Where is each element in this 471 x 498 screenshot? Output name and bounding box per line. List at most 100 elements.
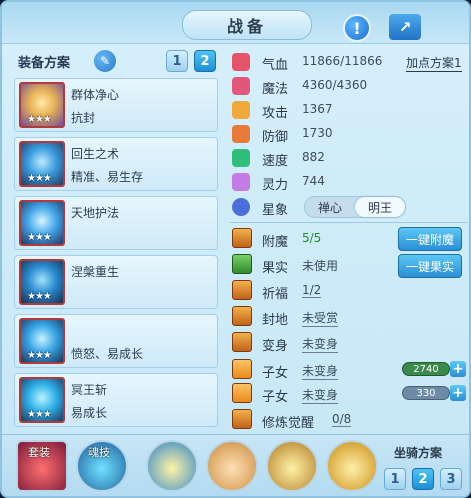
- feature-label: 子女: [262, 390, 289, 405]
- star-rating: ★★★: [27, 291, 52, 302]
- skill-desc: 抗封: [71, 111, 96, 125]
- skill-desc: 易成长: [71, 406, 108, 420]
- constellation-label: 星象: [262, 203, 289, 218]
- heart-icon: [232, 53, 250, 71]
- star-rating: ★★★: [27, 114, 52, 125]
- feature-value: 5/5: [302, 231, 322, 245]
- skill-card[interactable]: ★★★ 回生之术 精准、易生存: [14, 137, 218, 191]
- star-rating: ★★★: [27, 350, 52, 361]
- mount-plan-1-button[interactable]: 1: [384, 468, 406, 490]
- stat-label: 灵力: [262, 178, 289, 193]
- feature-value[interactable]: 1/2: [302, 283, 322, 298]
- star-icon: [232, 198, 250, 216]
- stat-value: 1367: [302, 102, 333, 116]
- skill-icon: ★★★: [19, 318, 65, 364]
- stat-row-defense: 防御 1730: [230, 124, 469, 145]
- one-click-enchant-button[interactable]: 一键附魔: [398, 227, 462, 251]
- fruit-icon: [232, 254, 252, 274]
- skill-name: 冥王斩: [71, 383, 108, 397]
- feature-row-transform: 变身 未变身: [230, 332, 469, 354]
- passive-skill-slot-3[interactable]: [266, 440, 318, 492]
- passive-skill-slot-1[interactable]: [146, 440, 198, 492]
- skill-name: 群体净心: [71, 88, 120, 102]
- star-rating: ★★★: [27, 173, 52, 184]
- skill-icon: ★★★: [19, 259, 65, 305]
- skill-name: 回生之术: [71, 147, 120, 161]
- info-icon[interactable]: !: [343, 14, 371, 42]
- feature-label: 修炼觉醒: [262, 416, 315, 431]
- equipment-plan-header: 装备方案 ✎ 1 2: [14, 50, 218, 72]
- feature-label: 附魔: [262, 235, 289, 250]
- passive-skill-slot-4[interactable]: [326, 440, 378, 492]
- feature-value[interactable]: 0/8: [332, 412, 352, 427]
- stat-value: 1730: [302, 126, 333, 140]
- mount-plan-2-button[interactable]: 2: [412, 468, 434, 490]
- equipment-plan-2-button[interactable]: 2: [194, 50, 216, 72]
- feature-row-awakening: 修炼觉醒 0/8: [230, 409, 469, 431]
- skill-card[interactable]: ★★★ 天地护法: [14, 196, 218, 250]
- feature-value[interactable]: 未受赏: [302, 309, 339, 327]
- stat-row-speed: 速度 882: [230, 148, 469, 169]
- stat-label: 防御: [262, 130, 289, 145]
- stat-label: 气血: [262, 58, 289, 73]
- feature-label: 封地: [262, 313, 289, 328]
- feature-label: 果实: [262, 261, 289, 276]
- title-bar: 战备 ! ↗: [2, 2, 469, 44]
- skill-icon: ★★★: [19, 200, 65, 246]
- stat-label: 攻击: [262, 106, 289, 121]
- panel-title: 战备: [182, 10, 312, 40]
- child-icon: [232, 383, 252, 403]
- attack-icon: [232, 101, 250, 119]
- child-2-plus-button[interactable]: +: [450, 385, 466, 401]
- stat-row-attack: 攻击 1367: [230, 100, 469, 121]
- child-2-gauge: 330: [402, 386, 450, 400]
- soul-skill-slot[interactable]: 魂技: [76, 440, 128, 492]
- fief-icon: [232, 306, 252, 326]
- star-rating: ★★★: [27, 232, 52, 243]
- mount-plan-label: 坐骑方案: [394, 446, 443, 460]
- stat-label: 魔法: [262, 82, 289, 97]
- shield-icon: [232, 125, 250, 143]
- suit-slot[interactable]: 套装: [16, 440, 68, 492]
- feature-label: 祈福: [262, 287, 289, 302]
- child-icon: [232, 359, 252, 379]
- child-1-plus-button[interactable]: +: [450, 361, 466, 377]
- skill-icon: ★★★: [19, 377, 65, 423]
- constellation-toggle[interactable]: 禅心 明王: [304, 196, 406, 218]
- constellation-option-mingwang[interactable]: 明王: [355, 197, 405, 217]
- share-icon[interactable]: ↗: [389, 14, 421, 40]
- feature-label: 变身: [262, 339, 289, 354]
- edit-icon[interactable]: ✎: [94, 50, 116, 72]
- skill-desc: 愤怒、易成长: [71, 347, 144, 361]
- stat-row-mp: 魔法 4360/4360: [230, 76, 469, 97]
- feature-value[interactable]: 未变身: [302, 362, 339, 380]
- skill-card[interactable]: ★★★ 群体净心 抗封: [14, 78, 218, 132]
- divider: [230, 222, 468, 223]
- star-rating: ★★★: [27, 409, 52, 420]
- magic-icon: [232, 77, 250, 95]
- mount-plan-3-button[interactable]: 3: [440, 468, 462, 490]
- equipment-plan-1-button[interactable]: 1: [166, 50, 188, 72]
- skill-card[interactable]: ★★★ 涅槃重生: [14, 255, 218, 309]
- feature-value[interactable]: 未变身: [302, 386, 339, 404]
- add-point-plan-link[interactable]: 加点方案1: [406, 54, 462, 72]
- passive-skill-slot-2[interactable]: [206, 440, 258, 492]
- speed-icon: [232, 149, 250, 167]
- constellation-option-chanxin[interactable]: 禅心: [305, 197, 355, 217]
- feature-value[interactable]: 未变身: [302, 335, 339, 353]
- skill-icon: ★★★: [19, 141, 65, 187]
- skill-card[interactable]: ★★★ 冥王斩 易成长: [14, 373, 218, 427]
- feature-row-blessing: 祈福 1/2: [230, 280, 469, 302]
- skill-card[interactable]: ★★★ 愤怒、易成长: [14, 314, 218, 368]
- skill-name: 天地护法: [71, 206, 120, 220]
- stat-label: 速度: [262, 154, 289, 169]
- skill-icon: ★★★: [19, 82, 65, 128]
- stat-value: 4360/4360: [302, 78, 368, 92]
- awakening-icon: [232, 409, 252, 429]
- enchant-icon: [232, 228, 252, 248]
- stat-value: 11866/11866: [302, 54, 383, 68]
- one-click-fruit-button[interactable]: 一键果实: [398, 254, 462, 278]
- feature-label: 子女: [262, 366, 289, 381]
- stat-row-spirit: 灵力 744: [230, 172, 469, 193]
- combat-ready-panel: 战备 ! ↗ 装备方案 ✎ 1 2 ★★★ 群体净心 抗封 ★★★ 回生之术 精…: [0, 0, 471, 498]
